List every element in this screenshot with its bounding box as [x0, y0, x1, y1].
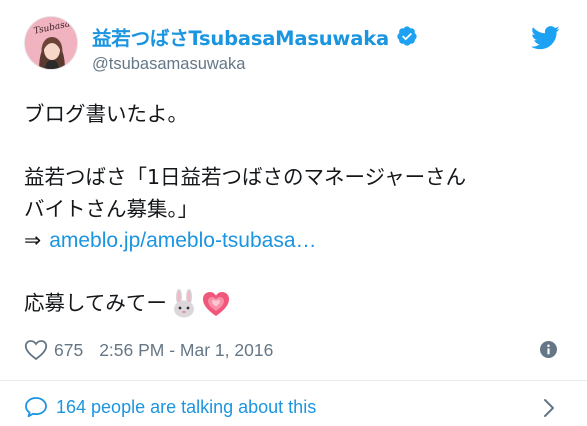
like-count[interactable]: 675 — [54, 340, 83, 361]
footer-divider — [0, 380, 587, 381]
tweet-line-1: ブログ書いたよ。 — [24, 102, 188, 126]
growing-heart-icon — [202, 291, 229, 316]
author-display-name[interactable]: 益若つばさTsubasaMasuwaka — [92, 22, 389, 51]
tweet-line-2: 益若つばさ「1日益若つばさのマネージャーさん — [24, 165, 467, 189]
heart-icon[interactable] — [24, 339, 48, 361]
author-name-row[interactable]: 益若つばさTsubasaMasuwaka — [92, 21, 418, 51]
tweet-text: ブログ書いたよ。 益若つばさ「1日益若つばさのマネージャーさん バイトさん募集。… — [24, 99, 569, 320]
embedded-tweet-card: Tsubasa 益若つばさTsubasaMasuwaka @tsubasamas… — [0, 0, 587, 426]
talking-about-link[interactable]: 164 people are talking about this — [24, 396, 316, 418]
rabbit-face-icon — [173, 288, 194, 318]
arrow-glyph: ⇒ — [24, 228, 42, 252]
speech-bubble-icon — [25, 397, 47, 418]
twitter-bird-icon[interactable] — [531, 26, 560, 50]
blog-link[interactable]: ameblo.jp/ameblo-tsubasa… — [49, 225, 316, 257]
chevron-right-icon[interactable] — [541, 397, 557, 419]
tweet-timestamp[interactable]: 2:56 PM - Mar 1, 2016 — [99, 340, 273, 361]
author-handle[interactable]: @tsubasamasuwaka — [92, 55, 245, 74]
tweet-line-5: 応募してみてー — [24, 291, 167, 315]
tweet-line-5-row: 応募してみてー — [24, 288, 569, 320]
info-icon[interactable] — [540, 341, 557, 358]
tweet-link-row: ⇒ ameblo.jp/ameblo-tsubasa… — [24, 225, 569, 257]
verified-badge-icon — [397, 26, 417, 46]
tweet-line-3: バイトさん募集。」 — [24, 196, 199, 221]
talking-about-text: 164 people are talking about this — [56, 396, 317, 417]
avatar[interactable]: Tsubasa — [24, 16, 78, 70]
tweet-meta: 675 2:56 PM - Mar 1, 2016 — [24, 337, 273, 363]
